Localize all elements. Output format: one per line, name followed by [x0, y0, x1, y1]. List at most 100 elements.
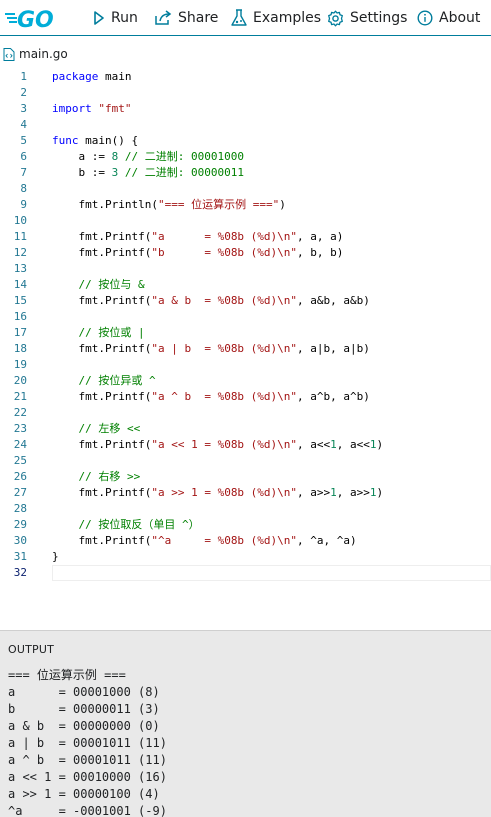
code-token: }: [52, 550, 59, 563]
code-token: fmt.Printf(: [52, 246, 152, 259]
code-line[interactable]: 21 fmt.Printf("a ^ b = %08b (%d)\n", a^b…: [0, 389, 491, 405]
code-token: , a<<: [336, 438, 370, 451]
code-token: 1: [369, 438, 377, 451]
line-number: 19: [13, 358, 27, 371]
code-line[interactable]: 12 fmt.Printf("b = %08b (%d)\n", b, b): [0, 245, 491, 261]
code-token: 1: [369, 486, 377, 499]
code-token: func: [52, 134, 79, 147]
code-line[interactable]: 9 fmt.Println("=== 位运算示例 ==="): [0, 197, 491, 213]
code-line[interactable]: 24 fmt.Printf("a << 1 = %08b (%d)\n", a<…: [0, 437, 491, 453]
code-line[interactable]: 30 fmt.Printf("^a = %08b (%d)\n", ^a, ^a…: [0, 533, 491, 549]
code-editor[interactable]: 1 package main 2 3 import "fmt" 4 5 func main()…: [0, 69, 491, 589]
line-number: 31: [13, 550, 27, 563]
go-logo[interactable]: GO: [5, 5, 61, 33]
code-text: // 按位异或 ^: [52, 373, 156, 389]
code-token: "a = %08b (%d)\n": [151, 230, 298, 243]
code-token: , a>>: [336, 486, 370, 499]
code-line[interactable]: 8: [0, 181, 491, 197]
code-line[interactable]: 18 fmt.Printf("a | b = %08b (%d)\n", a|b…: [0, 341, 491, 357]
line-number: 29: [13, 518, 27, 531]
output-line: b = 00000011 (3): [8, 702, 160, 716]
code-token: ): [376, 438, 384, 451]
output-line: a ^ b = 00001011 (11): [8, 753, 167, 767]
line-number: 7: [20, 166, 27, 179]
code-line[interactable]: 1 package main: [0, 69, 491, 85]
logo-text: GO: [17, 8, 54, 31]
code-line[interactable]: 15 fmt.Printf("a & b = %08b (%d)\n", a&b…: [0, 293, 491, 309]
code-line[interactable]: 26 // 右移 >>: [0, 469, 491, 485]
code-line[interactable]: 27 fmt.Printf("a >> 1 = %08b (%d)\n", a>…: [0, 485, 491, 501]
code-line[interactable]: 6 a := 8 // 二进制: 00001000: [0, 149, 491, 165]
output-line: a | b = 00001011 (11): [8, 736, 167, 750]
code-token: // 按位取反（单目 ^）: [78, 518, 200, 531]
code-token: package: [52, 70, 99, 83]
code-token: , a^b, a^b): [297, 390, 370, 403]
code-line[interactable]: 29 // 按位取反（单目 ^）: [0, 517, 491, 533]
code-line[interactable]: 25: [0, 453, 491, 469]
code-token: fmt.Println(: [52, 198, 158, 211]
code-line[interactable]: 20 // 按位异或 ^: [0, 373, 491, 389]
code-line[interactable]: 32: [0, 565, 491, 581]
code-line[interactable]: 3 import "fmt": [0, 101, 491, 117]
run-button[interactable]: Run: [93, 0, 138, 36]
code-line[interactable]: 7 b := 3 // 二进制: 00000011: [0, 165, 491, 181]
code-token: "b = %08b (%d)\n": [151, 246, 298, 259]
code-token: "a << 1 = %08b (%d)\n": [151, 438, 298, 451]
examples-button[interactable]: Examples: [231, 0, 321, 36]
code-line[interactable]: 13: [0, 261, 491, 277]
line-number: 11: [13, 230, 27, 243]
code-token: import: [52, 102, 92, 115]
line-number: 10: [13, 214, 27, 227]
code-token: , ^a, ^a): [297, 534, 357, 547]
code-text: }: [52, 549, 59, 565]
code-token: , b, b): [297, 246, 344, 259]
settings-button[interactable]: Settings: [327, 0, 407, 36]
line-number: 13: [13, 262, 27, 275]
output-text: === 位运算示例 === a = 00001000 (8) b = 0000001…: [8, 667, 167, 817]
code-text: func main() {: [52, 133, 138, 149]
code-text: // 按位或 |: [52, 325, 145, 341]
code-line[interactable]: 17 // 按位或 |: [0, 325, 491, 341]
code-line[interactable]: 11 fmt.Printf("a = %08b (%d)\n", a, a): [0, 229, 491, 245]
code-line[interactable]: 5 func main() {: [0, 133, 491, 149]
line-number: 3: [20, 102, 27, 115]
code-line[interactable]: 2: [0, 85, 491, 101]
code-line[interactable]: 19: [0, 357, 491, 373]
code-line[interactable]: 4: [0, 117, 491, 133]
code-token: // 按位异或 ^: [78, 374, 156, 387]
code-line[interactable]: 10: [0, 213, 491, 229]
code-token: "a ^ b = %08b (%d)\n": [151, 390, 298, 403]
code-token: // 左移 <<: [78, 422, 141, 435]
top-toolbar: GO Run Share Examples Settings About: [0, 0, 491, 36]
code-line[interactable]: 22: [0, 405, 491, 421]
code-token: "=== 位运算示例 ===": [157, 198, 280, 211]
code-line[interactable]: 28: [0, 501, 491, 517]
code-token: fmt.Printf(: [52, 534, 152, 547]
line-number: 22: [13, 406, 27, 419]
code-token: a :=: [52, 150, 112, 163]
code-line[interactable]: 31}: [0, 549, 491, 565]
share-icon: [155, 10, 172, 25]
file-tab-label: main.go: [19, 47, 68, 61]
code-token: // 二进制: 00000011: [124, 166, 244, 179]
code-token: ): [376, 486, 384, 499]
share-button[interactable]: Share: [154, 0, 218, 36]
line-number: 1: [20, 70, 27, 83]
line-number: 28: [13, 502, 27, 515]
code-text: fmt.Printf("^a = %08b (%d)\n", ^a, ^a): [52, 533, 357, 549]
code-text: fmt.Printf("a | b = %08b (%d)\n", a|b, a…: [52, 341, 369, 357]
output-line: a & b = 00000000 (0): [8, 719, 160, 733]
line-number: 2: [20, 86, 27, 99]
line-number: 18: [13, 342, 27, 355]
info-icon: [417, 10, 433, 26]
file-tab[interactable]: main.go: [0, 44, 68, 64]
code-line[interactable]: 16: [0, 309, 491, 325]
code-line[interactable]: 14 // 按位与 &: [0, 277, 491, 293]
about-button[interactable]: About: [417, 0, 480, 36]
code-line[interactable]: 23 // 左移 <<: [0, 421, 491, 437]
